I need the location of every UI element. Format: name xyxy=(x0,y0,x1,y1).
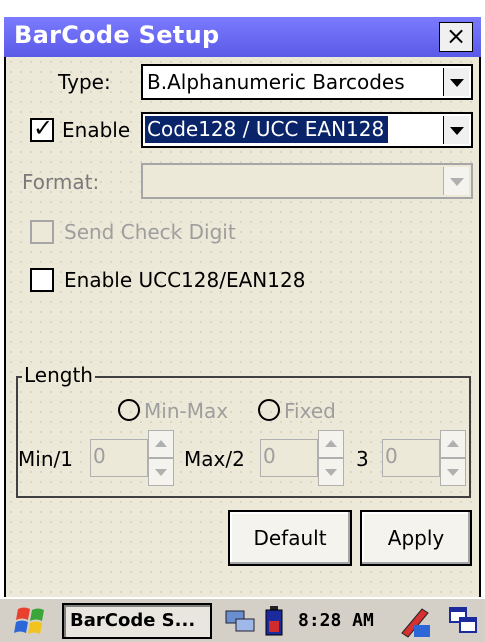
spin-down-icon[interactable] xyxy=(440,458,466,486)
enable-ucc-checkbox[interactable] xyxy=(30,268,54,292)
network-icon[interactable] xyxy=(224,607,258,635)
spin-down-icon[interactable] xyxy=(148,458,174,486)
third-spinner[interactable]: 0 xyxy=(382,430,466,486)
type-dropdown[interactable]: B.Alphanumeric Barcodes xyxy=(141,64,473,100)
fixed-radio[interactable] xyxy=(258,399,280,421)
send-check-digit-label: Send Check Digit xyxy=(64,220,236,244)
min-max-label: Min-Max xyxy=(144,399,229,423)
fixed-label: Fixed xyxy=(284,399,336,423)
task-switch-icon[interactable] xyxy=(448,605,480,637)
send-check-digit-checkbox[interactable] xyxy=(30,220,54,244)
chevron-down-icon[interactable] xyxy=(443,116,469,144)
max-input[interactable]: 0 xyxy=(260,439,318,477)
max-label: Max/2 xyxy=(184,447,245,471)
symbology-dropdown[interactable]: Code128 / UCC EAN128 xyxy=(141,112,473,148)
length-legend: Length xyxy=(22,363,95,387)
enable-ucc-label: Enable UCC128/EAN128 xyxy=(64,268,306,292)
min-label: Min/1 xyxy=(18,447,73,471)
spin-down-icon[interactable] xyxy=(318,458,344,486)
taskbar: BarCode S... 8:28 AM xyxy=(0,597,485,642)
chevron-down-icon xyxy=(443,167,469,195)
clock[interactable]: 8:28 AM xyxy=(298,610,374,631)
min-spinner[interactable]: 0 xyxy=(90,430,174,486)
input-panel-icon[interactable] xyxy=(398,603,432,639)
third-input[interactable]: 0 xyxy=(382,439,440,477)
spin-up-icon[interactable] xyxy=(440,430,466,458)
max-spinner[interactable]: 0 xyxy=(260,430,344,486)
taskbar-barcode-button[interactable]: BarCode S... xyxy=(62,603,212,639)
battery-icon[interactable] xyxy=(264,605,284,637)
spin-up-icon[interactable] xyxy=(148,430,174,458)
format-label: Format: xyxy=(22,170,100,194)
close-button[interactable]: × xyxy=(439,22,473,52)
spin-up-icon[interactable] xyxy=(318,430,344,458)
min-input[interactable]: 0 xyxy=(90,439,148,477)
chevron-down-icon[interactable] xyxy=(443,68,469,96)
window-title: BarCode Setup xyxy=(14,21,220,49)
checkmark-icon: ✓ xyxy=(33,114,54,142)
type-label: Type: xyxy=(58,70,111,94)
default-button[interactable]: Default xyxy=(228,510,352,566)
format-dropdown[interactable] xyxy=(141,163,473,199)
windows-start-icon[interactable] xyxy=(12,605,52,637)
min-max-radio[interactable] xyxy=(118,399,140,421)
title-bar: BarCode Setup × xyxy=(4,17,481,57)
third-label: 3 xyxy=(356,447,369,471)
enable-label: Enable xyxy=(62,118,131,142)
enable-checkbox[interactable]: ✓ xyxy=(30,114,54,142)
type-dropdown-value: B.Alphanumeric Barcodes xyxy=(147,70,405,94)
symbology-dropdown-value: Code128 / UCC EAN128 xyxy=(145,116,389,143)
apply-button[interactable]: Apply xyxy=(360,510,472,566)
